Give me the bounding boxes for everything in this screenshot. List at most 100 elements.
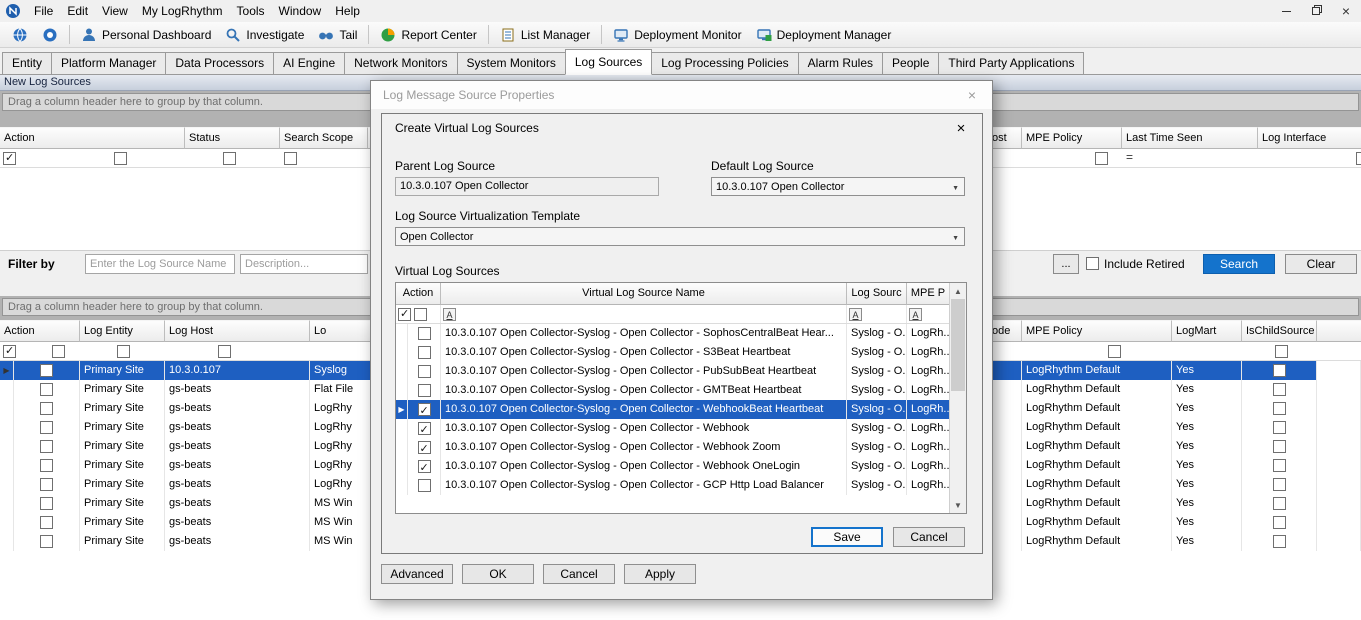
row-checkbox[interactable]	[418, 441, 431, 454]
menu-item[interactable]: View	[95, 0, 135, 22]
column-header-search-scope[interactable]: Search Scope	[280, 127, 368, 149]
row-checkbox[interactable]	[418, 403, 431, 416]
ischildsource-checkbox[interactable]	[1273, 535, 1286, 548]
column-header-action[interactable]: Action	[396, 283, 441, 305]
row-checkbox[interactable]	[418, 327, 431, 340]
tab[interactable]: Log Sources	[565, 49, 652, 75]
ischildsource-checkbox[interactable]	[1273, 459, 1286, 472]
ischildsource-checkbox[interactable]	[1273, 364, 1286, 377]
tab[interactable]: AI Engine	[273, 52, 345, 74]
scroll-up-icon[interactable]	[950, 283, 966, 299]
filter-operator-equals[interactable]: =	[1126, 150, 1133, 164]
virtual-log-source-row[interactable]: 10.3.0.107 Open Collector-Syslog - Open …	[396, 381, 949, 400]
row-selector[interactable]	[396, 476, 408, 495]
personal-dashboard-button[interactable]: Personal Dashboard	[74, 24, 218, 46]
description-input[interactable]	[240, 254, 368, 274]
ischildsource-checkbox[interactable]	[1273, 478, 1286, 491]
virtual-log-source-row[interactable]: 10.3.0.107 Open Collector-Syslog - Open …	[396, 419, 949, 438]
tab[interactable]: Data Processors	[165, 52, 274, 74]
column-header-mode-partial[interactable]: ode	[990, 320, 1022, 342]
row-selector[interactable]	[0, 380, 14, 399]
filter-checkbox[interactable]	[1095, 152, 1108, 165]
column-header-virtual-log-source-name[interactable]: Virtual Log Source Name	[441, 283, 847, 305]
row-selector[interactable]	[396, 362, 408, 381]
column-header-action[interactable]: Action	[0, 127, 185, 149]
column-header-host-partial[interactable]: ost	[990, 127, 1022, 149]
filter-checkbox[interactable]	[1275, 345, 1288, 358]
column-header-log-source[interactable]: Log Sourc	[847, 283, 907, 305]
include-retired-checkbox[interactable]	[1086, 257, 1099, 270]
ok-button[interactable]: OK	[462, 564, 534, 584]
filter-checkbox[interactable]	[117, 345, 130, 358]
ischildsource-checkbox[interactable]	[1273, 421, 1286, 434]
filter-checkbox[interactable]	[284, 152, 297, 165]
tab[interactable]: Platform Manager	[51, 52, 166, 74]
row-selector[interactable]	[0, 494, 14, 513]
menu-item[interactable]: File	[27, 0, 60, 22]
scrollbar-thumb[interactable]	[951, 299, 965, 391]
filter-checkbox[interactable]	[414, 308, 427, 321]
clear-button[interactable]: Clear	[1285, 254, 1357, 274]
column-header-action[interactable]: Action	[0, 320, 80, 342]
row-selector[interactable]	[0, 475, 14, 494]
select-all-checkbox[interactable]	[3, 152, 16, 165]
row-checkbox[interactable]	[40, 478, 53, 491]
row-checkbox[interactable]	[418, 365, 431, 378]
virtual-log-source-row[interactable]: 10.3.0.107 Open Collector-Syslog - Open …	[396, 476, 949, 495]
web-console-button[interactable]	[35, 24, 65, 46]
virtual-log-source-row[interactable]: 10.3.0.107 Open Collector-Syslog - Open …	[396, 400, 949, 419]
cancel-button[interactable]: Cancel	[543, 564, 615, 584]
deployment-manager-button[interactable]: Deployment Manager	[749, 24, 899, 46]
column-header-logmart[interactable]: LogMart	[1172, 320, 1242, 342]
include-retired-label[interactable]: Include Retired	[1104, 257, 1185, 271]
filter-checkbox[interactable]	[52, 345, 65, 358]
row-selector[interactable]	[396, 457, 408, 476]
tab[interactable]: People	[882, 52, 939, 74]
virtual-log-source-row[interactable]: 10.3.0.107 Open Collector-Syslog - Open …	[396, 324, 949, 343]
report-center-button[interactable]: Report Center	[373, 24, 483, 46]
select-all-checkbox[interactable]	[3, 345, 16, 358]
row-selector[interactable]	[0, 532, 14, 551]
tab[interactable]: System Monitors	[457, 52, 566, 74]
virtual-log-source-row[interactable]: 10.3.0.107 Open Collector-Syslog - Open …	[396, 343, 949, 362]
column-header-mpe-policy[interactable]: MPE Policy	[1022, 127, 1122, 149]
row-checkbox[interactable]	[40, 535, 53, 548]
column-header-log-entity[interactable]: Log Entity	[80, 320, 165, 342]
select-all-checkbox[interactable]	[398, 308, 411, 321]
cancel-button[interactable]: Cancel	[893, 527, 965, 547]
text-filter-icon[interactable]	[849, 308, 862, 321]
tab[interactable]: Entity	[2, 52, 52, 74]
column-header-mpe-policy[interactable]: MPE P	[907, 283, 949, 305]
text-filter-icon[interactable]	[909, 308, 922, 321]
ischildsource-checkbox[interactable]	[1273, 516, 1286, 529]
filter-checkbox[interactable]	[1356, 152, 1361, 165]
row-selector[interactable]	[396, 419, 408, 438]
close-icon[interactable]	[953, 120, 969, 137]
row-checkbox[interactable]	[418, 384, 431, 397]
row-checkbox[interactable]	[40, 440, 53, 453]
browse-button[interactable]: ...	[1053, 254, 1079, 274]
row-selector[interactable]	[0, 456, 14, 475]
row-selector[interactable]	[0, 513, 14, 532]
column-header-status[interactable]: Status	[185, 127, 280, 149]
advanced-button[interactable]: Advanced	[381, 564, 453, 584]
ischildsource-checkbox[interactable]	[1273, 497, 1286, 510]
vertical-scrollbar[interactable]	[949, 283, 966, 513]
row-selector[interactable]	[396, 324, 408, 343]
column-header-mpe-policy[interactable]: MPE Policy	[1022, 320, 1172, 342]
close-icon[interactable]	[964, 87, 980, 103]
menu-item[interactable]: Tools	[230, 0, 272, 22]
filter-checkbox[interactable]	[114, 152, 127, 165]
virtualization-template-dropdown[interactable]: Open Collector	[395, 227, 965, 246]
row-selector[interactable]	[396, 381, 408, 400]
row-selector[interactable]	[396, 438, 408, 457]
ischildsource-checkbox[interactable]	[1273, 402, 1286, 415]
ischildsource-checkbox[interactable]	[1273, 383, 1286, 396]
deployment-monitor-button[interactable]: Deployment Monitor	[606, 24, 748, 46]
parent-log-source-field[interactable]: 10.3.0.107 Open Collector	[395, 177, 659, 196]
row-checkbox[interactable]	[40, 459, 53, 472]
tab[interactable]: Third Party Applications	[938, 52, 1084, 74]
menu-item[interactable]: My LogRhythm	[135, 0, 230, 22]
row-selector[interactable]	[396, 343, 408, 362]
filter-checkbox[interactable]	[218, 345, 231, 358]
